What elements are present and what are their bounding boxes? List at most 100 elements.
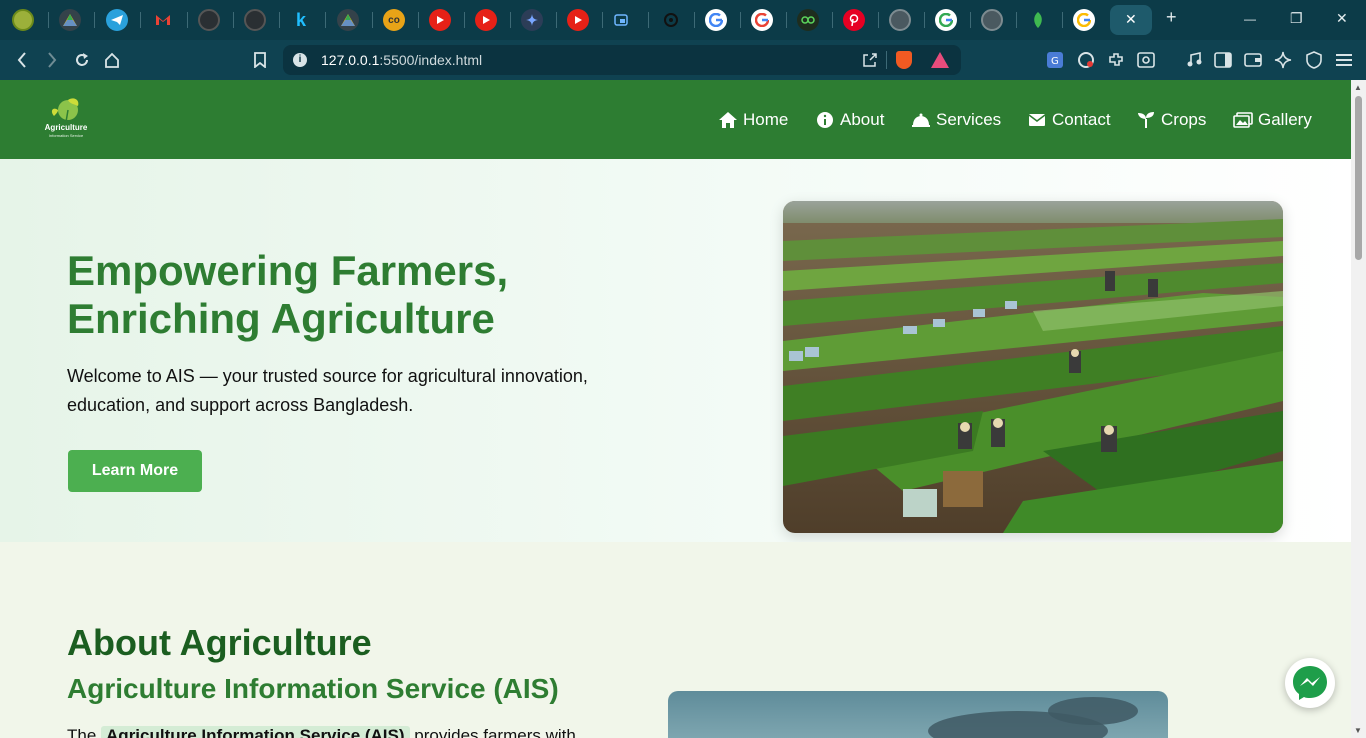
tab-separator (556, 12, 557, 28)
tab-favicon-github-icon[interactable] (198, 9, 220, 31)
hero-title: Empowering Farmers, Enriching Agricultur… (67, 247, 667, 343)
page-viewport: Agriculture Information Service Home Abo… (0, 80, 1351, 738)
tab-separator (648, 12, 649, 28)
tab-favicon-youtube-icon[interactable] (429, 9, 451, 31)
translate-icon[interactable]: G (1045, 50, 1065, 70)
site-logo[interactable]: Agriculture Information Service (42, 96, 90, 142)
url-text[interactable]: 127.0.0.1:5500/index.html (321, 52, 482, 68)
hero-text: Welcome to AIS — your trusted source for… (67, 366, 588, 415)
screenshot-icon[interactable] (1136, 50, 1156, 70)
tab-favicon-globe-icon[interactable] (981, 9, 1003, 31)
home-browser-icon[interactable] (102, 50, 122, 70)
url-host: 127.0.0.1 (321, 52, 380, 68)
nav-gallery[interactable]: Gallery (1233, 110, 1312, 130)
nav-label: Contact (1052, 110, 1111, 129)
learn-more-button[interactable]: Learn More (68, 450, 202, 492)
menu-icon[interactable] (1334, 50, 1354, 70)
tab-favicon-drive-icon[interactable] (337, 9, 359, 31)
logo-leaves-icon (51, 98, 79, 123)
back-icon[interactable] (12, 50, 32, 70)
tab-separator (233, 12, 234, 28)
tab-separator (140, 12, 141, 28)
tab-separator (970, 12, 971, 28)
tab-favicon-k-icon[interactable]: k (290, 9, 312, 31)
tab-favicon-openai-icon[interactable] (660, 9, 682, 31)
brave-shields-icon[interactable] (896, 51, 912, 69)
tab-favicon-gemini-icon[interactable] (521, 9, 543, 31)
leo-ai-icon[interactable] (1273, 50, 1293, 70)
about-subheading: Agriculture Information Service (AIS) (67, 673, 559, 704)
page-scrollbar[interactable]: ▲ ▼ (1351, 80, 1366, 738)
tab-separator (510, 12, 511, 28)
nav-about[interactable]: About (815, 110, 884, 130)
share-icon[interactable] (862, 52, 878, 73)
bookmark-icon[interactable] (250, 50, 270, 70)
tab-favicon-co-icon[interactable]: co (383, 9, 405, 31)
brave-rewards-icon[interactable] (931, 52, 949, 68)
scroll-thumb[interactable] (1355, 96, 1362, 260)
vpn-shield-icon[interactable] (1304, 50, 1324, 70)
tab-favicon-youtube-icon[interactable] (475, 9, 497, 31)
envelope-icon (1027, 111, 1047, 129)
browser-tab-strip: k co ✕ + — ❐ ✕ (0, 0, 1366, 40)
nav-label: Services (936, 110, 1002, 129)
tab-favicon-green-icon[interactable] (12, 9, 34, 31)
wallet-icon[interactable] (1243, 50, 1263, 70)
hero-title-line-1: Empowering Farmers, (67, 247, 509, 294)
tab-favicon-gmail-icon[interactable] (152, 9, 174, 31)
tab-favicon-google-icon[interactable] (935, 9, 957, 31)
nav-crops[interactable]: Crops (1136, 110, 1206, 130)
seedling-icon (1136, 111, 1156, 129)
restore-icon[interactable]: ❐ (1290, 10, 1303, 27)
nav-contact[interactable]: Contact (1027, 110, 1111, 130)
nav-label: Crops (1161, 110, 1207, 129)
nav-services[interactable]: Services (911, 110, 1001, 130)
minimize-icon[interactable]: — (1244, 12, 1256, 26)
info-icon (815, 111, 835, 129)
about-image (668, 691, 1168, 738)
scroll-up-icon[interactable]: ▲ (1354, 83, 1362, 92)
reload-icon[interactable] (72, 50, 92, 70)
url-path: :5500/index.html (379, 52, 483, 68)
tab-favicon-google-icon[interactable] (705, 9, 727, 31)
tab-favicon-youtube-icon[interactable] (567, 9, 589, 31)
tab-favicon-google-icon[interactable] (1073, 9, 1095, 31)
messenger-chat-button[interactable] (1285, 658, 1335, 708)
close-window-icon[interactable]: ✕ (1336, 10, 1348, 27)
tab-favicon-leaf-icon[interactable] (1027, 9, 1049, 31)
about-heading: About Agriculture (67, 622, 372, 663)
address-bar[interactable]: i 127.0.0.1:5500/index.html (283, 45, 961, 75)
tab-favicon-google-icon[interactable] (751, 9, 773, 31)
tab-favicon-telegram-icon[interactable] (106, 9, 128, 31)
site-navbar: Agriculture Information Service Home Abo… (0, 80, 1351, 159)
close-tab-icon[interactable]: ✕ (1125, 11, 1137, 28)
hero-title-line-2: Enriching Agriculture (67, 295, 495, 342)
site-info-icon[interactable]: i (293, 53, 307, 67)
tab-favicon-pinterest-icon[interactable] (843, 9, 865, 31)
music-icon[interactable] (1184, 50, 1204, 70)
extension-c-icon[interactable] (1076, 50, 1096, 70)
active-tab[interactable]: ✕ (1110, 5, 1152, 35)
tab-separator (786, 12, 787, 28)
tab-separator (279, 12, 280, 28)
tab-separator (1062, 12, 1063, 28)
tab-favicon-globe-icon[interactable] (889, 9, 911, 31)
scroll-down-icon[interactable]: ▼ (1354, 726, 1362, 735)
nav-home[interactable]: Home (718, 110, 788, 130)
tab-separator (418, 12, 419, 28)
forward-icon[interactable] (42, 50, 62, 70)
svg-text:G: G (1051, 56, 1059, 67)
about-text-start: The (67, 726, 97, 738)
sidebar-icon[interactable] (1213, 50, 1233, 70)
tab-favicon-drive-icon[interactable] (59, 9, 81, 31)
tab-favicon-chatgpt-icon[interactable] (797, 9, 819, 31)
images-icon (1233, 111, 1253, 129)
tab-separator (187, 12, 188, 28)
tab-favicon-media-icon[interactable] (612, 9, 634, 31)
tab-favicon-github-icon[interactable] (244, 9, 266, 31)
hero-section: Empowering Farmers, Enriching Agricultur… (0, 159, 1351, 542)
tab-separator (832, 12, 833, 28)
extensions-icon[interactable] (1106, 50, 1126, 70)
tab-separator (372, 12, 373, 28)
new-tab-icon[interactable]: + (1166, 7, 1177, 28)
